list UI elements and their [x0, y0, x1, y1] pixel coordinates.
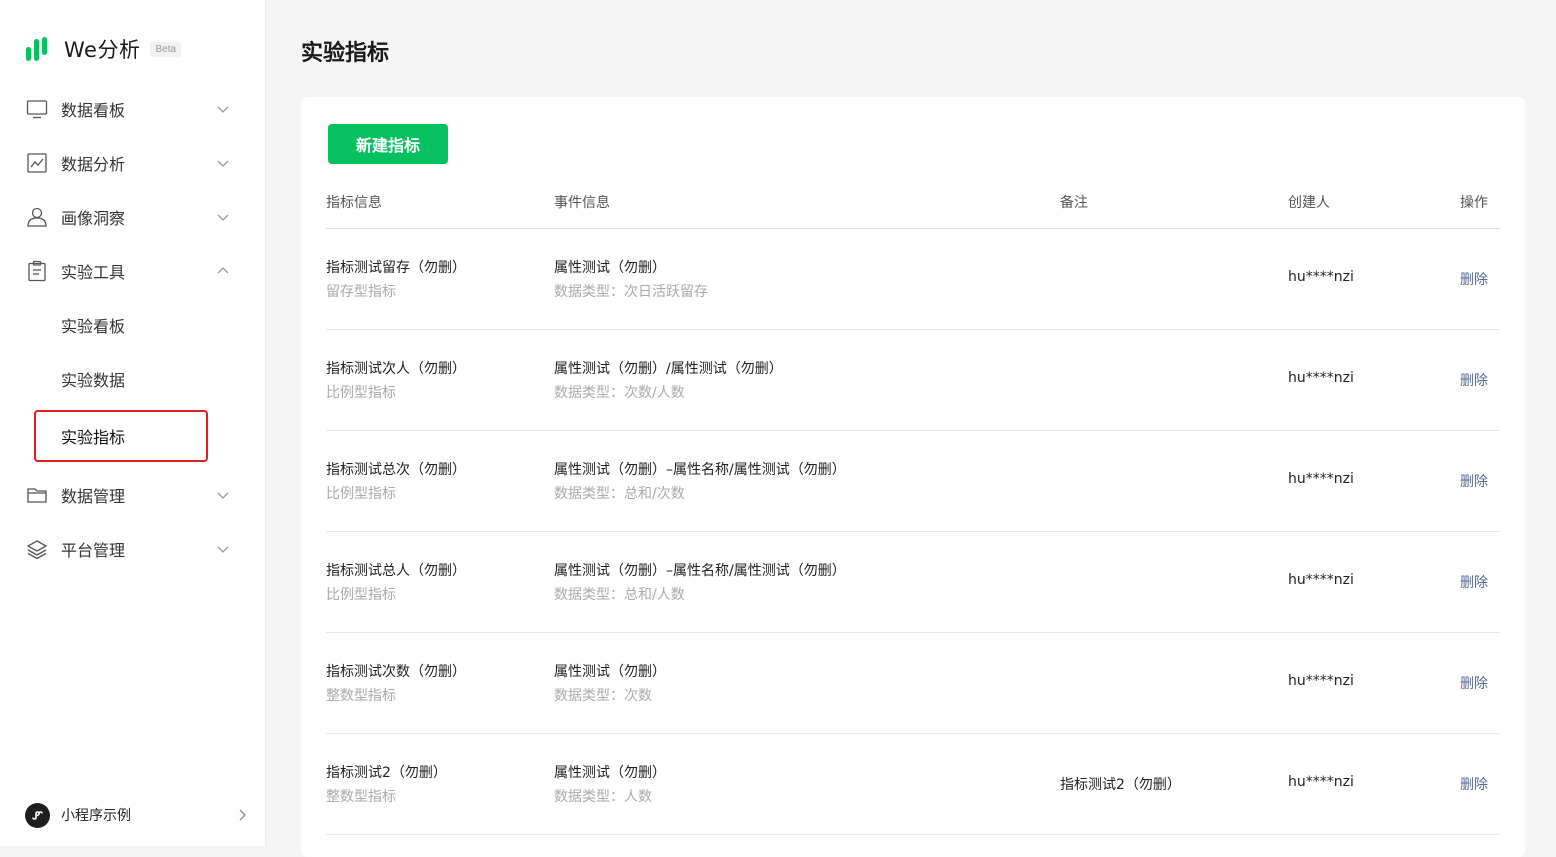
table-row: 指标测试2（勿删） 整数型指标 属性测试（勿删） 数据类型：人数 指标测试2（勿… — [326, 733, 1500, 835]
creator: hu****nzi — [1288, 774, 1354, 790]
event-data-type: 数据类型：人数 — [554, 789, 652, 805]
delete-link[interactable]: 删除 — [1460, 673, 1488, 693]
table-row: 指标测试总次（勿删） 比例型指标 属性测试（勿删）–属性名称/属性测试（勿删） … — [326, 430, 1500, 532]
clipboard-icon — [26, 260, 48, 282]
brand-name: We分析 — [64, 38, 141, 62]
column-header-creator: 创建人 — [1288, 195, 1330, 211]
table-header: 指标信息 事件信息 备注 创建人 操作 — [326, 192, 1500, 229]
delete-link[interactable]: 删除 — [1460, 774, 1488, 794]
event-data-type: 数据类型：次数 — [554, 688, 652, 704]
event-name: 属性测试（勿删） — [554, 260, 666, 276]
beta-badge: Beta — [150, 41, 182, 57]
metric-name: 指标测试次数（勿删） — [326, 664, 466, 680]
nav-item-dashboard[interactable]: 数据看板 — [0, 89, 265, 129]
creator: hu****nzi — [1288, 471, 1354, 487]
nav-label: 实验工具 — [61, 263, 126, 282]
sidebar-subitem-experiment-data[interactable]: 实验数据 — [34, 355, 208, 403]
delete-link[interactable]: 删除 — [1460, 269, 1488, 289]
table-row: 指标测试次数（勿删） 整数型指标 属性测试（勿删） 数据类型：次数 hu****… — [326, 632, 1500, 734]
nav-label: 画像洞察 — [61, 209, 126, 228]
line-chart-icon — [26, 152, 48, 174]
creator: hu****nzi — [1288, 269, 1354, 285]
metrics-card: 新建指标 指标信息 事件信息 备注 创建人 操作 指标测试留存（勿删） 留存型指… — [301, 97, 1525, 857]
table-row: 指标测试总人（勿删） 比例型指标 属性测试（勿删）–属性名称/属性测试（勿删） … — [326, 531, 1500, 633]
subitem-label: 实验看板 — [61, 317, 126, 336]
chevron-down-icon — [216, 210, 230, 224]
we-analytics-logo-icon — [26, 37, 47, 61]
chevron-down-icon — [216, 488, 230, 502]
chevron-down-icon — [216, 102, 230, 116]
nav-item-portrait[interactable]: 画像洞察 — [0, 197, 265, 237]
event-data-type: 数据类型：次日活跃留存 — [554, 284, 708, 300]
column-header-action: 操作 — [1460, 195, 1488, 211]
mini-program-switcher[interactable]: 小程序示例 — [25, 802, 255, 828]
mini-program-icon — [25, 802, 50, 828]
nav-label: 数据看板 — [61, 101, 126, 120]
metric-kind: 比例型指标 — [326, 486, 396, 502]
metric-kind: 留存型指标 — [326, 284, 396, 300]
note: 指标测试2（勿删） — [1060, 777, 1181, 793]
page-title: 实验指标 — [301, 41, 390, 66]
metric-name: 指标测试总人（勿删） — [326, 563, 466, 579]
event-data-type: 数据类型：总和/次数 — [554, 486, 685, 502]
layers-icon — [26, 538, 48, 560]
event-name: 属性测试（勿删） — [554, 664, 666, 680]
creator: hu****nzi — [1288, 572, 1354, 588]
metric-kind: 比例型指标 — [326, 587, 396, 603]
metric-name: 指标测试2（勿删） — [326, 765, 447, 781]
column-header-event: 事件信息 — [554, 195, 610, 211]
brand[interactable]: We分析 Beta — [25, 34, 182, 64]
metric-name: 指标测试总次（勿删） — [326, 462, 466, 478]
column-header-metric: 指标信息 — [326, 195, 382, 211]
event-data-type: 数据类型：总和/人数 — [554, 587, 685, 603]
new-metric-button[interactable]: 新建指标 — [328, 124, 448, 164]
nav-label: 平台管理 — [61, 541, 126, 560]
event-name: 属性测试（勿删） — [554, 765, 666, 781]
creator: hu****nzi — [1288, 673, 1354, 689]
event-data-type: 数据类型：次数/人数 — [554, 385, 685, 401]
nav-label: 数据管理 — [61, 487, 126, 506]
sidebar-subitem-experiment-board[interactable]: 实验看板 — [34, 301, 208, 349]
metric-kind: 整数型指标 — [326, 688, 396, 704]
column-header-note: 备注 — [1060, 195, 1088, 211]
event-name: 属性测试（勿删）/属性测试（勿删） — [554, 361, 783, 377]
nav-item-analysis[interactable]: 数据分析 — [0, 143, 265, 183]
chevron-down-icon — [216, 156, 230, 170]
event-name: 属性测试（勿删）–属性名称/属性测试（勿删） — [554, 462, 846, 478]
subitem-label: 实验数据 — [61, 371, 126, 390]
sidebar: We分析 Beta 数据看板 数据分析 画像洞察 实验工具 实验看板 实验数据 … — [0, 0, 266, 846]
delete-link[interactable]: 删除 — [1460, 572, 1488, 592]
chevron-up-icon — [216, 264, 230, 278]
table-row: 指标测试次人（勿删） 比例型指标 属性测试（勿删）/属性测试（勿删） 数据类型：… — [326, 329, 1500, 431]
mini-program-label: 小程序示例 — [61, 808, 131, 824]
event-name: 属性测试（勿删）–属性名称/属性测试（勿删） — [554, 563, 846, 579]
nav-item-platform-management[interactable]: 平台管理 — [0, 529, 265, 569]
metric-kind: 比例型指标 — [326, 385, 396, 401]
nav-item-experiment-tools[interactable]: 实验工具 — [0, 251, 265, 291]
metric-name: 指标测试留存（勿删） — [326, 260, 466, 276]
subitem-label: 实验指标 — [61, 428, 126, 447]
chevron-down-icon — [216, 542, 230, 556]
chevron-right-icon — [239, 809, 246, 821]
sidebar-subitem-experiment-metrics[interactable]: 实验指标 — [34, 410, 208, 462]
nav-label: 数据分析 — [61, 155, 126, 174]
table-row: 指标测试留存（勿删） 留存型指标 属性测试（勿删） 数据类型：次日活跃留存 hu… — [326, 228, 1500, 330]
nav-item-data-management[interactable]: 数据管理 — [0, 475, 265, 515]
user-icon — [26, 206, 48, 228]
delete-link[interactable]: 删除 — [1460, 370, 1488, 390]
delete-link[interactable]: 删除 — [1460, 471, 1488, 491]
creator: hu****nzi — [1288, 370, 1354, 386]
metric-kind: 整数型指标 — [326, 789, 396, 805]
metric-name: 指标测试次人（勿删） — [326, 361, 466, 377]
monitor-icon — [26, 98, 48, 120]
folder-icon — [26, 484, 48, 506]
